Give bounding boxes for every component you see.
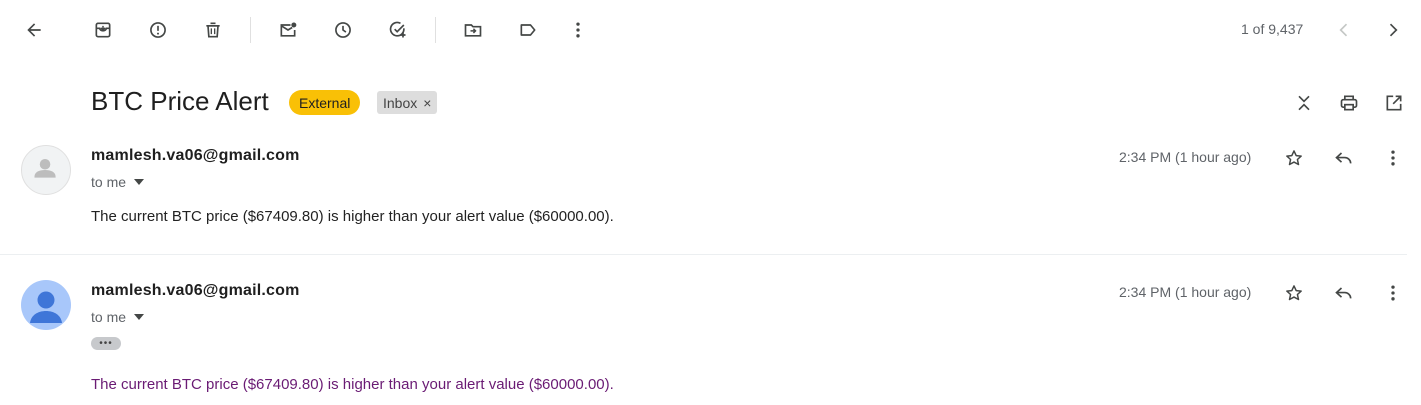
show-trimmed-content-button[interactable]: ••• xyxy=(91,337,121,350)
more-vert-icon[interactable] xyxy=(1379,144,1407,172)
mark-unread-icon[interactable] xyxy=(274,16,302,44)
back-arrow-icon[interactable] xyxy=(20,16,48,44)
message-divider xyxy=(0,254,1407,255)
move-to-icon[interactable] xyxy=(459,16,487,44)
more-vert-icon[interactable] xyxy=(564,16,592,44)
star-icon[interactable] xyxy=(1280,144,1308,172)
recipient-text: to me xyxy=(91,174,127,190)
add-to-tasks-icon[interactable] xyxy=(384,16,412,44)
archive-icon[interactable] xyxy=(89,16,117,44)
avatar[interactable] xyxy=(21,145,71,195)
toolbar-divider xyxy=(250,17,251,43)
quoted-message-body: The current BTC price ($67409.80) is hig… xyxy=(91,376,614,393)
caret-down-icon[interactable] xyxy=(134,179,145,185)
more-vert-icon[interactable] xyxy=(1379,279,1407,307)
external-badge: External xyxy=(289,90,361,115)
toolbar-divider xyxy=(435,17,436,43)
print-icon[interactable] xyxy=(1335,89,1363,117)
recipient-text: to me xyxy=(91,309,127,325)
inbox-label-text: Inbox xyxy=(383,94,418,111)
caret-down-icon[interactable] xyxy=(134,314,145,320)
collapse-all-icon[interactable] xyxy=(1290,89,1318,117)
sender-email[interactable]: mamlesh.va06@gmail.com xyxy=(91,147,300,165)
older-chevron-right-icon[interactable] xyxy=(1379,16,1407,44)
recipient-summary[interactable]: to me xyxy=(91,174,145,190)
pagination-count: 1 of 9,437 xyxy=(1241,21,1304,37)
sender-email[interactable]: mamlesh.va06@gmail.com xyxy=(91,282,300,300)
newer-chevron-left-icon[interactable] xyxy=(1330,16,1358,44)
delete-icon[interactable] xyxy=(199,16,227,44)
report-spam-icon[interactable] xyxy=(144,16,172,44)
email-subject: BTC Price Alert xyxy=(91,86,269,116)
label-icon[interactable] xyxy=(514,16,542,44)
inbox-label-chip[interactable]: Inbox × xyxy=(377,91,438,114)
avatar[interactable] xyxy=(21,280,71,330)
recipient-summary[interactable]: to me xyxy=(91,309,145,325)
star-icon[interactable] xyxy=(1280,279,1308,307)
message-time: 2:34 PM (1 hour ago) xyxy=(1119,149,1252,165)
reply-icon[interactable] xyxy=(1330,144,1358,172)
remove-label-icon[interactable]: × xyxy=(423,95,431,111)
open-in-new-window-icon[interactable] xyxy=(1380,89,1408,117)
message-time: 2:34 PM (1 hour ago) xyxy=(1119,284,1252,300)
reply-icon[interactable] xyxy=(1330,279,1358,307)
message-body: The current BTC price ($67409.80) is hig… xyxy=(91,208,614,225)
snooze-icon[interactable] xyxy=(329,16,357,44)
